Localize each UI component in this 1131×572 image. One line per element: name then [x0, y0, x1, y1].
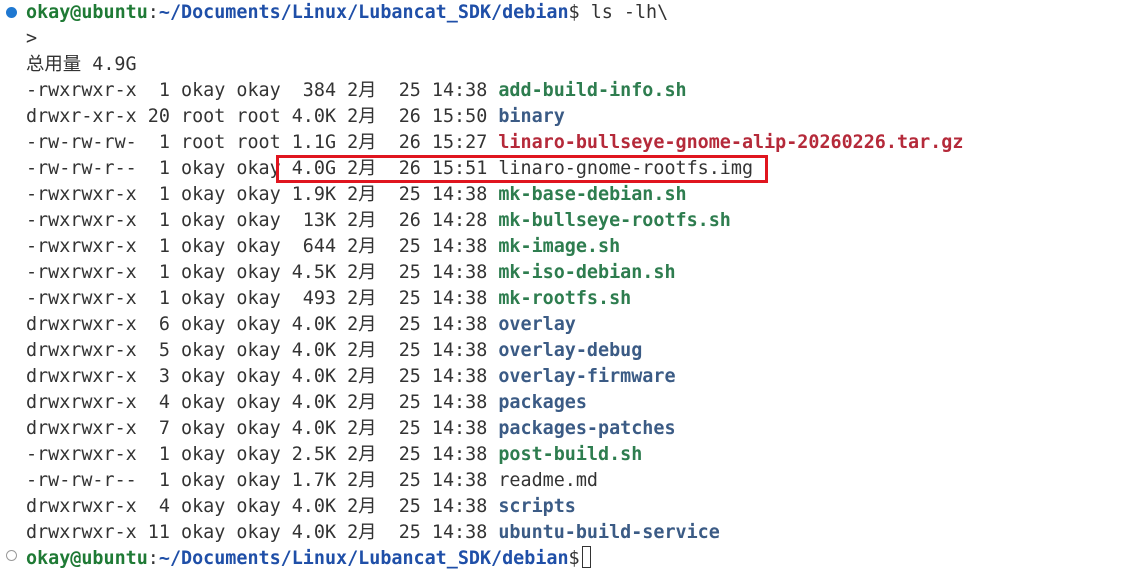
listing-row: -rwxrwxr-x 1 okay okay 2.5K 2月 25 14:38 …: [26, 442, 642, 468]
listing-row: -rw-rw-r-- 1 okay okay 1.7K 2月 25 14:38 …: [26, 468, 598, 494]
file-meta: -rwxrwxr-x 1 okay okay 13K 2月 26 14:28: [26, 210, 499, 231]
file-name: mk-bullseye-rootfs.sh: [498, 210, 731, 231]
text-cursor: [581, 546, 591, 568]
file-meta: -rwxrwxr-x 1 okay okay 1.9K 2月 25 14:38: [26, 184, 499, 205]
file-name: packages: [498, 392, 587, 413]
listing-row: -rwxrwxr-x 1 okay okay 384 2月 25 14:38 a…: [26, 78, 687, 104]
file-meta: drwxrwxr-x 4 okay okay 4.0K 2月 25 14:38: [26, 392, 499, 413]
prompt-line: okay@ubuntu:~/Documents/Linux/Lubancat_S…: [26, 0, 668, 26]
file-name: mk-iso-debian.sh: [498, 262, 676, 283]
file-name: add-build-info.sh: [498, 80, 687, 101]
prompt-user-host: okay@ubuntu: [26, 2, 148, 23]
file-name: mk-image.sh: [498, 236, 621, 257]
file-meta: drwxrwxr-x 6 okay okay 4.0K 2月 25 14:38: [26, 314, 499, 335]
file-name: mk-rootfs.sh: [498, 288, 632, 309]
command-status-dot-icon: [6, 7, 17, 18]
total-line: 总用量 4.9G: [26, 54, 137, 75]
continuation-line: >: [26, 28, 38, 49]
file-meta: -rwxrwxr-x 1 okay okay 384 2月 25 14:38: [26, 80, 499, 101]
highlight-box: [276, 155, 768, 183]
listing-row: drwxrwxr-x 7 okay okay 4.0K 2月 25 14:38 …: [26, 416, 676, 442]
listing-row: drwxrwxr-x 3 okay okay 4.0K 2月 25 14:38 …: [26, 364, 676, 390]
listing-row: drwxrwxr-x 6 okay okay 4.0K 2月 25 14:38 …: [26, 312, 576, 338]
listing-row: drwxr-xr-x 20 root root 4.0K 2月 26 15:50…: [26, 104, 565, 130]
file-name: packages-patches: [498, 418, 676, 439]
file-meta: -rwxrwxr-x 1 okay okay 493 2月 25 14:38: [26, 288, 499, 309]
prompt-symbol: $: [568, 548, 580, 569]
listing-row: drwxrwxr-x 4 okay okay 4.0K 2月 25 14:38 …: [26, 390, 587, 416]
prompt-symbol: $: [568, 2, 580, 23]
file-meta: -rwxrwxr-x 1 okay okay 4.5K 2月 25 14:38: [26, 262, 499, 283]
prompt-path: ~/Documents/Linux/Lubancat_SDK/debian: [158, 548, 569, 569]
file-meta: drwxrwxr-x 11 okay okay 4.0K 2月 25 14:38: [26, 522, 499, 543]
prompt-status-dot-icon: [6, 550, 17, 561]
prompt-colon: :: [147, 2, 159, 23]
prompt-user-host: okay@ubuntu: [26, 548, 148, 569]
file-meta: drwxrwxr-x 7 okay okay 4.0K 2月 25 14:38: [26, 418, 499, 439]
file-name: readme.md: [498, 470, 599, 491]
file-name: post-build.sh: [498, 444, 643, 465]
file-meta: -rwxrwxr-x 1 okay okay 644 2月 25 14:38: [26, 236, 499, 257]
listing-row: -rwxrwxr-x 1 okay okay 13K 2月 26 14:28 m…: [26, 208, 731, 234]
file-meta: -rw-rw-rw- 1 root root 1.1G 2月 26 15:27: [26, 132, 499, 153]
file-name: binary: [498, 106, 565, 127]
listing-row: -rwxrwxr-x 1 okay okay 493 2月 25 14:38 m…: [26, 286, 631, 312]
file-name: scripts: [498, 496, 576, 517]
file-meta: drwxrwxr-x 5 okay okay 4.0K 2月 25 14:38: [26, 340, 499, 361]
file-meta: drwxrwxr-x 4 okay okay 4.0K 2月 25 14:38: [26, 496, 499, 517]
listing-row: -rwxrwxr-x 1 okay okay 1.9K 2月 25 14:38 …: [26, 182, 687, 208]
file-meta: drwxrwxr-x 3 okay okay 4.0K 2月 25 14:38: [26, 366, 499, 387]
listing-row: -rwxrwxr-x 1 okay okay 4.5K 2月 25 14:38 …: [26, 260, 676, 286]
file-name: overlay-debug: [498, 340, 643, 361]
command-text: ls -lh\: [579, 2, 669, 23]
file-meta: drwxr-xr-x 20 root root 4.0K 2月 26 15:50: [26, 106, 499, 127]
file-name: mk-base-debian.sh: [498, 184, 687, 205]
file-name: ubuntu-build-service: [498, 522, 720, 543]
prompt-colon: :: [147, 548, 159, 569]
file-name: overlay: [498, 314, 576, 335]
listing-row: drwxrwxr-x 5 okay okay 4.0K 2月 25 14:38 …: [26, 338, 642, 364]
file-meta: -rwxrwxr-x 1 okay okay 2.5K 2月 25 14:38: [26, 444, 499, 465]
listing-row: -rwxrwxr-x 1 okay okay 644 2月 25 14:38 m…: [26, 234, 620, 260]
listing-row: drwxrwxr-x 4 okay okay 4.0K 2月 25 14:38 …: [26, 494, 576, 520]
prompt-path: ~/Documents/Linux/Lubancat_SDK/debian: [158, 2, 569, 23]
file-name: overlay-firmware: [498, 366, 676, 387]
file-name: linaro-bullseye-gnome-alip-20260226.tar.…: [498, 132, 964, 153]
listing-row: -rw-rw-rw- 1 root root 1.1G 2月 26 15:27 …: [26, 130, 963, 156]
prompt-line-2[interactable]: okay@ubuntu:~/Documents/Linux/Lubancat_S…: [26, 546, 591, 572]
file-meta: -rw-rw-r-- 1 okay okay 1.7K 2月 25 14:38: [26, 470, 499, 491]
listing-row: drwxrwxr-x 11 okay okay 4.0K 2月 25 14:38…: [26, 520, 720, 546]
